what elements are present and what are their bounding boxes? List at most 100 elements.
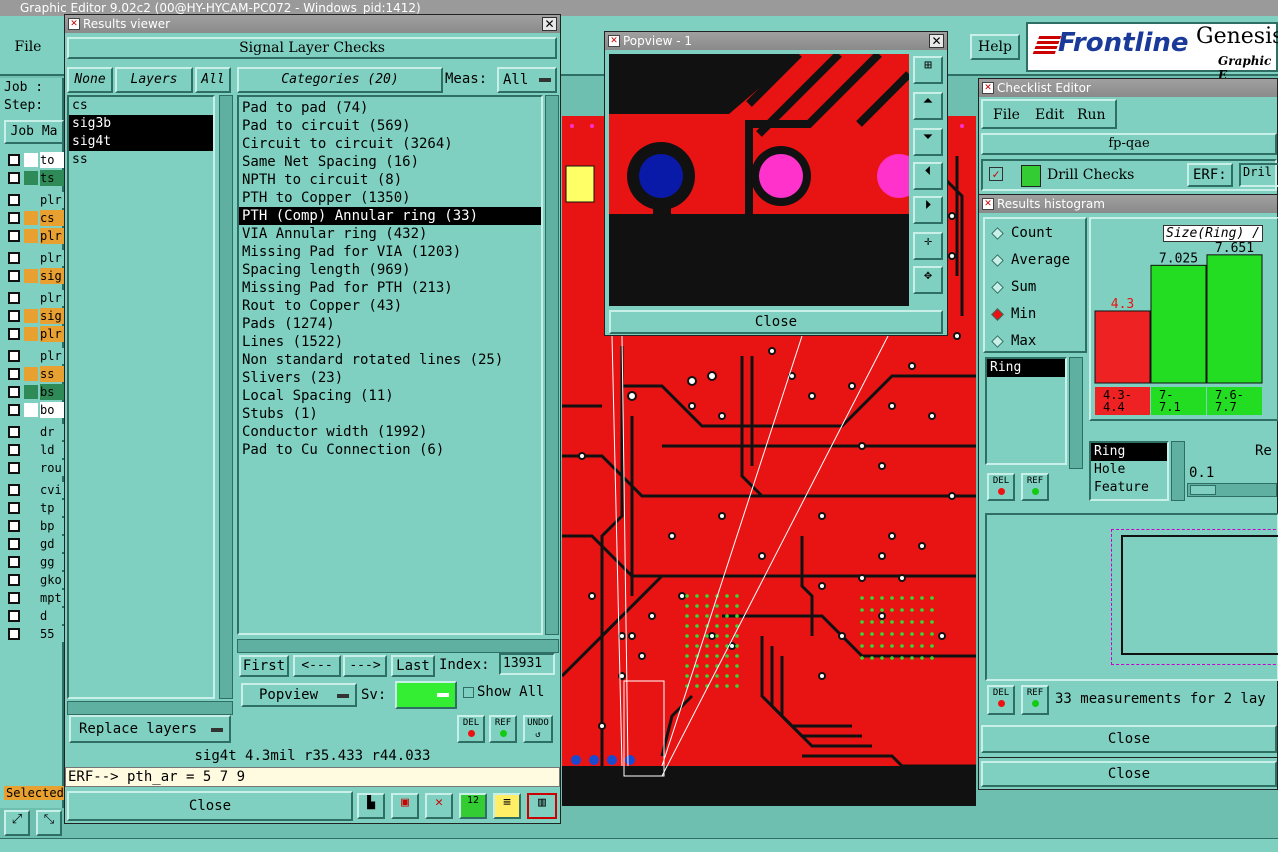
window-menu-icon[interactable]: ✕ (982, 82, 994, 94)
layer-checkbox[interactable] (8, 172, 20, 184)
attr-option[interactable]: Feature (1091, 479, 1167, 497)
layer-row[interactable]: d (6, 608, 64, 624)
layer-color-swatch[interactable] (24, 367, 38, 381)
layer-list-hscroll[interactable] (67, 701, 233, 715)
layer-checkbox[interactable] (8, 592, 20, 604)
category-item[interactable]: Local Spacing (11) (239, 387, 541, 405)
radio-diamond-icon[interactable] (991, 308, 1004, 321)
layer-list-item-selected[interactable]: sig4t (69, 133, 213, 151)
layer-row[interactable]: plr (6, 326, 64, 342)
layer-color-swatch[interactable] (24, 555, 38, 569)
category-item[interactable]: Non standard rotated lines (25) (239, 351, 541, 369)
checklist-menu-run[interactable]: Run (1077, 107, 1106, 123)
layer-color-swatch[interactable] (24, 385, 38, 399)
layer-row[interactable]: plr (6, 228, 64, 244)
check-enabled-icon[interactable]: ✓ (989, 167, 1003, 181)
layer-name[interactable]: to (40, 152, 64, 168)
layer-name[interactable]: sig (40, 268, 64, 284)
layer-checkbox[interactable] (8, 212, 20, 224)
last-button[interactable]: Last (391, 655, 435, 677)
histogram-bar[interactable] (1150, 264, 1207, 384)
layer-color-swatch[interactable] (24, 327, 38, 341)
category-item[interactable]: Missing Pad for PTH (213) (239, 279, 541, 297)
layer-list-item-selected[interactable]: sig3b (69, 115, 213, 133)
report-tool-icon[interactable]: ▣ (391, 793, 419, 819)
histogram-tool-icon[interactable]: ▙ (357, 793, 385, 819)
layer-color-swatch[interactable] (24, 501, 38, 515)
layer-name[interactable]: bs (40, 384, 64, 400)
layers-button[interactable]: Layers (115, 67, 193, 93)
first-button[interactable]: First (239, 655, 289, 677)
layer-row[interactable]: tp (6, 500, 64, 516)
layer-row[interactable]: mpt (6, 590, 64, 606)
layer-checkbox[interactable] (8, 462, 20, 474)
layer-row[interactable]: plr (6, 250, 64, 266)
hist-ref-button[interactable]: REF (1021, 685, 1049, 715)
pan-down-icon[interactable]: ⏷ (913, 128, 943, 156)
radio-diamond-icon[interactable] (991, 335, 1004, 348)
ref-button[interactable]: REF (489, 715, 517, 743)
meas-dropdown[interactable]: All (497, 67, 557, 93)
attr-options-vscroll[interactable] (1171, 441, 1185, 501)
layer-name[interactable]: gg (40, 554, 64, 570)
layer-color-swatch[interactable] (24, 537, 38, 551)
layer-name[interactable]: gd (40, 536, 64, 552)
menu-file[interactable]: File (6, 36, 50, 58)
mode-radio-min[interactable]: Min (989, 304, 1085, 326)
category-item[interactable]: Lines (1522) (239, 333, 541, 351)
hist-del-button[interactable]: DEL (987, 685, 1015, 715)
layer-color-swatch[interactable] (24, 483, 38, 497)
layer-checkbox[interactable] (8, 444, 20, 456)
category-item[interactable]: Spacing length (969) (239, 261, 541, 279)
re-slider[interactable] (1187, 483, 1277, 497)
layer-color-swatch[interactable] (24, 519, 38, 533)
category-item[interactable]: Pad to circuit (569) (239, 117, 541, 135)
layer-row[interactable]: 55 (6, 626, 64, 642)
layer-checkbox[interactable] (8, 520, 20, 532)
layer-name[interactable]: rou (40, 460, 64, 476)
layer-name[interactable]: plr (40, 290, 64, 306)
layer-color-swatch[interactable] (24, 461, 38, 475)
window-menu-icon[interactable]: ✕ (68, 18, 80, 30)
layer-color-swatch[interactable] (24, 171, 38, 185)
layer-color-swatch[interactable] (24, 211, 38, 225)
layer-row[interactable]: ld (6, 442, 64, 458)
category-item[interactable]: VIA Annular ring (432) (239, 225, 541, 243)
layer-color-swatch[interactable] (24, 403, 38, 417)
layer-checkbox[interactable] (8, 628, 20, 640)
layer-name[interactable]: ss (40, 366, 64, 382)
layer-checkbox[interactable] (8, 194, 20, 206)
radio-diamond-icon[interactable] (991, 227, 1004, 240)
zoom-home-icon[interactable]: ⊞ (913, 56, 943, 84)
layer-name[interactable]: plr (40, 192, 64, 208)
layer-name[interactable]: d (40, 608, 64, 624)
layer-row[interactable]: ts (6, 170, 64, 186)
layer-row[interactable]: bp (6, 518, 64, 534)
layer-checkbox[interactable] (8, 502, 20, 514)
layer-name[interactable]: tp (40, 500, 64, 516)
layer-color-swatch[interactable] (24, 251, 38, 265)
zoom-in-icon[interactable]: ✛ (913, 232, 943, 260)
popview-canvas[interactable] (609, 54, 909, 306)
layer-checkbox[interactable] (8, 556, 20, 568)
category-item[interactable]: NPTH to circuit (8) (239, 171, 541, 189)
layer-checkbox[interactable] (8, 292, 20, 304)
layer-row[interactable]: gg (6, 554, 64, 570)
layer-checkbox[interactable] (8, 328, 20, 340)
category-item[interactable]: Pads (1274) (239, 315, 541, 333)
layer-color-swatch[interactable] (24, 443, 38, 457)
mode-radio-max[interactable]: Max (989, 331, 1085, 353)
category-list[interactable]: Pad to pad (74) Pad to circuit (569) Circu… (237, 95, 543, 635)
category-list-hscroll[interactable] (237, 639, 559, 653)
category-item[interactable]: Stubs (1) (239, 405, 541, 423)
ref-clear-tool-icon[interactable]: ✕ (425, 793, 453, 819)
checklist-erf-value[interactable]: Dril (1239, 163, 1278, 187)
layer-checkbox[interactable] (8, 610, 20, 622)
category-item[interactable]: Slivers (23) (239, 369, 541, 387)
layer-row[interactable]: cs (6, 210, 64, 226)
histogram-bar[interactable] (1094, 310, 1151, 384)
layer-checkbox[interactable] (8, 154, 20, 166)
category-item[interactable]: Pad to pad (74) (239, 99, 541, 117)
layer-row[interactable]: plr (6, 290, 64, 306)
layer-checkbox[interactable] (8, 386, 20, 398)
